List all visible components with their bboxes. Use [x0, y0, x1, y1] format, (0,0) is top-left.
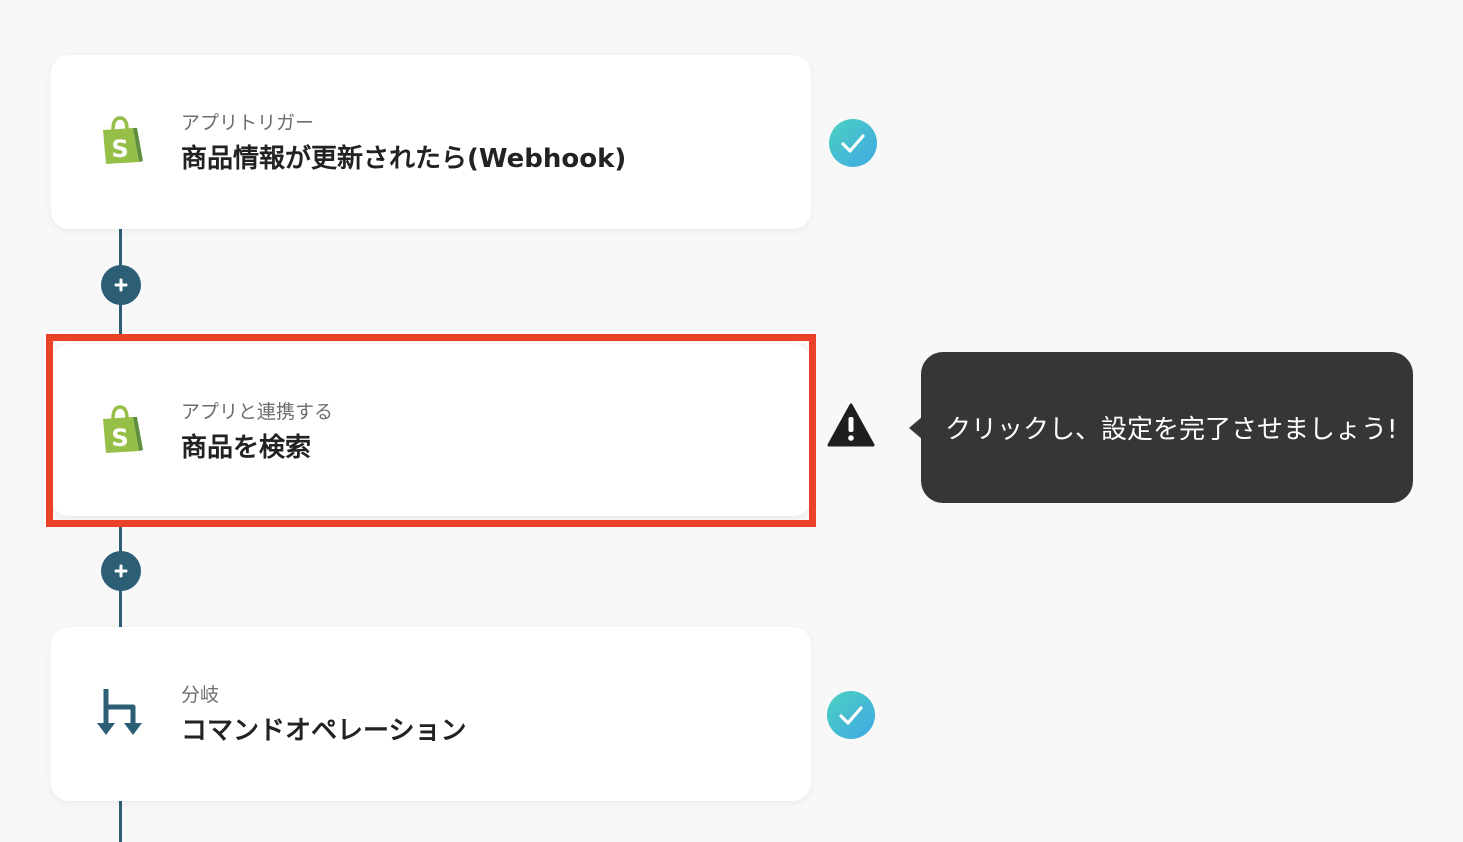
tooltip-text: クリックし、設定を完了させましょう!	[945, 415, 1398, 445]
step-type-label: アプリトリガー	[181, 112, 315, 134]
shopify-icon: S	[95, 404, 147, 456]
plus-icon	[114, 278, 128, 292]
step-title: 商品情報が更新されたら(Webhook)	[181, 144, 627, 174]
status-warning-badge	[826, 400, 876, 450]
add-step-button[interactable]	[101, 265, 141, 305]
shopify-icon: S	[95, 115, 147, 167]
flow-step-card[interactable]: 分岐 コマンドオペレーション	[51, 627, 811, 801]
status-complete-badge	[828, 118, 878, 168]
step-title: 商品を検索	[181, 433, 312, 463]
flow-connector-line	[119, 800, 122, 842]
svg-text:S: S	[111, 424, 128, 452]
step-title: コマンドオペレーション	[181, 716, 467, 746]
check-icon	[829, 119, 877, 167]
svg-text:S: S	[111, 135, 128, 163]
branch-icon	[95, 687, 147, 739]
plus-icon	[114, 564, 128, 578]
flow-step-card[interactable]: S アプリと連携する 商品を検索	[51, 344, 811, 516]
check-icon	[827, 691, 875, 739]
step-type-label: アプリと連携する	[181, 401, 334, 423]
add-step-button[interactable]	[101, 551, 141, 591]
hint-tooltip: クリックし、設定を完了させましょう!	[921, 352, 1413, 503]
status-complete-badge	[826, 690, 876, 740]
warning-icon	[827, 403, 875, 447]
flow-step-card[interactable]: S アプリトリガー 商品情報が更新されたら(Webhook)	[51, 55, 811, 229]
step-type-label: 分岐	[181, 684, 220, 706]
